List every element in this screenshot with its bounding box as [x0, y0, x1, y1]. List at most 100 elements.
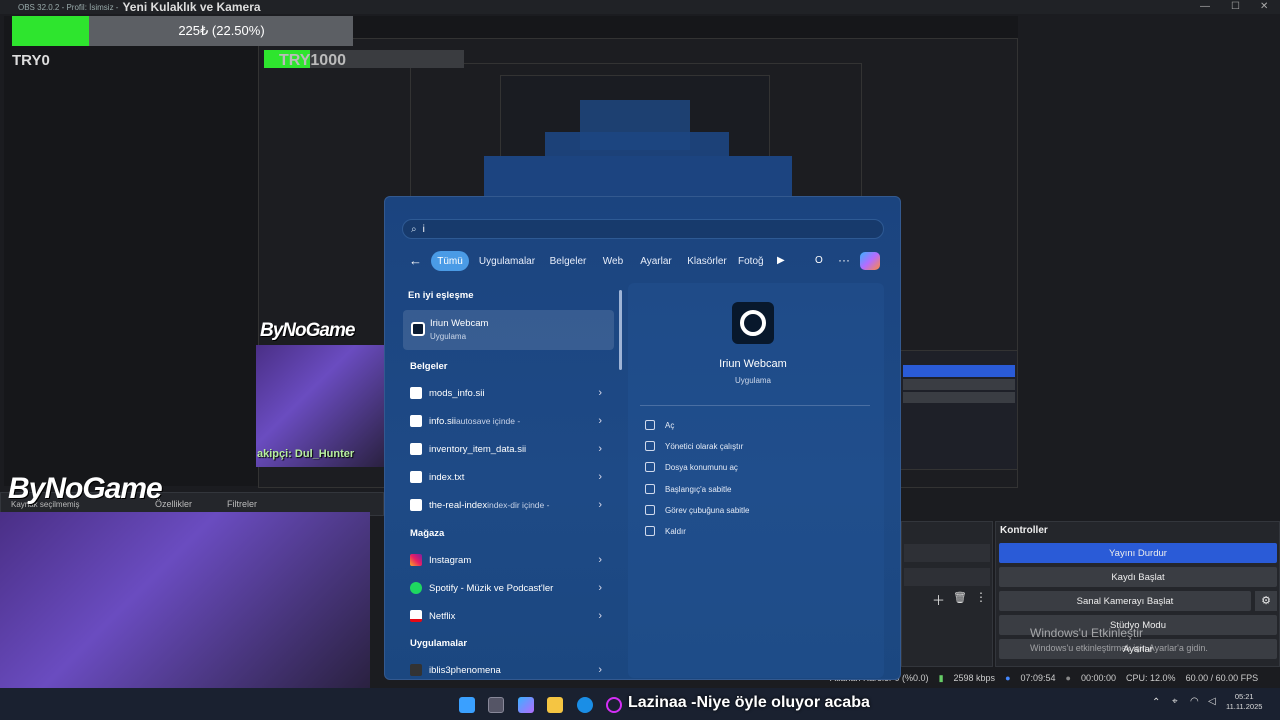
donation-progress-fill [12, 16, 89, 46]
chat-subtitle: Lazinaa -Niye öyle oluyor acaba [628, 694, 870, 711]
chevron-right-icon: › [598, 443, 602, 455]
documents-heading: Belgeler [410, 361, 448, 372]
search-input[interactable]: ⌕ i [402, 219, 884, 239]
divider [640, 405, 870, 406]
open-icon [645, 420, 655, 430]
obs-title-prefix: OBS 32.0.2 - Profil: İsimsiz - [18, 2, 119, 12]
document-item[interactable]: inventory_item_data.sii › [404, 437, 614, 461]
best-match-subtitle: Uygulama [430, 332, 467, 341]
action-label: Görev çubuğuna sabitle [665, 505, 750, 515]
action-run-as-admin[interactable]: Yönetici olarak çalıştır [645, 441, 743, 451]
volume-icon[interactable]: ◁ [1208, 696, 1216, 707]
app-item-name: iblis3phenomena [429, 664, 501, 676]
brand-logo-small: ByNoGame [260, 320, 355, 341]
chip-all[interactable]: Tümü [431, 251, 469, 271]
file-explorer-icon[interactable] [547, 697, 563, 713]
search-taskbar-icon[interactable] [488, 697, 504, 713]
chip-o[interactable]: O [815, 255, 823, 266]
document-item[interactable]: info.sii autosave içinde - › [404, 409, 614, 433]
action-label: Dosya konumunu aç [665, 462, 738, 472]
maximize-button[interactable]: ☐ [1231, 1, 1240, 12]
chip-settings[interactable]: Ayarlar [636, 251, 676, 271]
copilot-taskbar-icon[interactable] [518, 697, 534, 713]
rec-icon: ● [1065, 673, 1071, 683]
fps: 60.00 / 60.00 FPS [1185, 673, 1259, 683]
file-icon [410, 415, 422, 427]
best-match-item[interactable] [403, 310, 614, 350]
edge-icon[interactable] [577, 697, 593, 713]
store-item[interactable]: Netflix › [404, 604, 614, 628]
file-icon [410, 387, 422, 399]
filters-button[interactable]: Filtreler [227, 499, 257, 509]
windows-start-icon[interactable] [459, 697, 475, 713]
document-item[interactable]: mods_info.sii › [404, 381, 614, 405]
best-match-heading: En iyi eşleşme [408, 290, 474, 301]
donation-text: 225₺ (22.50%) [178, 23, 265, 38]
webcam-large-icon [732, 302, 774, 344]
action-pin-taskbar[interactable]: Görev çubuğuna sabitle [645, 505, 750, 515]
nested-startmenu-large [484, 156, 792, 198]
action-pin-start[interactable]: Başlangıç'a sabitle [645, 484, 731, 494]
gear-icon[interactable]: ⚙ [1255, 591, 1277, 611]
start-recording-button[interactable]: Kaydı Başlat [999, 567, 1277, 587]
play-icon[interactable]: ▶ [777, 255, 785, 266]
stop-stream-button[interactable]: Yayını Durdur [999, 543, 1277, 563]
shield-icon [645, 441, 655, 451]
chevron-right-icon: › [598, 415, 602, 427]
app-icon [410, 664, 422, 676]
chip-web[interactable]: Web [598, 251, 628, 271]
action-open-file-location[interactable]: Dosya konumunu aç [645, 462, 738, 472]
chevron-up-icon[interactable]: ⌃ [1152, 697, 1160, 708]
back-arrow-icon[interactable]: ← [409, 253, 422, 268]
wifi-icon[interactable]: ◠ [1190, 696, 1199, 707]
list-scrollbar[interactable] [619, 290, 622, 370]
more-chips-button[interactable]: ··· [838, 253, 850, 267]
minimize-button[interactable]: — [1200, 1, 1210, 12]
document-name: inventory_item_data.sii [429, 443, 527, 455]
spotify-icon [410, 582, 422, 594]
more-icon[interactable]: ⋮ [975, 590, 987, 604]
instagram-icon [410, 554, 422, 566]
store-item[interactable]: Spotify - Müzik ve Podcast'ler › [404, 576, 614, 600]
preview-title: Iriun Webcam [719, 358, 787, 370]
chip-folders[interactable]: Klasörler [684, 251, 730, 271]
netflix-icon [410, 610, 422, 622]
live-time: 07:09:54 [1020, 673, 1056, 683]
trash-icon[interactable]: 🗑 [953, 591, 967, 604]
chevron-right-icon: › [598, 554, 602, 566]
app-item[interactable]: iblis3phenomena › [404, 658, 614, 682]
bitrate: 2598 kbps [953, 673, 996, 683]
ticker-small: akipçi: Dul_Hunter [257, 448, 355, 460]
search-value: i [422, 223, 425, 235]
action-open[interactable]: Aç [645, 420, 674, 430]
nested-controls [900, 350, 1018, 470]
document-name: the-real-index [429, 499, 488, 511]
activation-subtitle: Windows'u etkinleştirmek için Ayarlar'a … [1030, 643, 1208, 653]
chip-apps[interactable]: Uygulamalar [475, 251, 539, 271]
location-icon[interactable]: ⌖ [1172, 696, 1178, 707]
document-item[interactable]: index.txt › [404, 465, 614, 489]
live-icon: ● [1005, 673, 1011, 683]
apps-heading: Uygulamalar [410, 638, 468, 649]
start-virtual-camera-button[interactable]: Sanal Kamerayı Başlat [999, 591, 1251, 611]
store-item-name: Netflix [429, 610, 456, 622]
document-name: index.txt [429, 471, 465, 483]
chip-photos[interactable]: Fotoğ [738, 251, 768, 271]
add-icon[interactable]: ＋ [932, 590, 945, 609]
obs-titlebar: OBS 32.0.2 - Profil: İsimsiz - Yeni Kula… [0, 0, 1280, 14]
store-heading: Mağaza [410, 528, 445, 539]
chevron-right-icon: › [598, 582, 602, 594]
close-button[interactable]: ✕ [1260, 1, 1268, 12]
best-match-title: Iriun Webcam [430, 318, 489, 329]
action-uninstall[interactable]: Kaldır [645, 526, 686, 536]
pin-icon [645, 505, 655, 515]
preview-subtitle: Uygulama [734, 376, 771, 385]
copilot-icon[interactable] [860, 252, 880, 270]
clock-date: 11.11.2025 [1226, 702, 1263, 711]
chip-documents[interactable]: Belgeler [546, 251, 590, 271]
opera-icon[interactable] [606, 697, 622, 713]
store-item[interactable]: Instagram › [404, 548, 614, 572]
action-label: Kaldır [665, 526, 686, 536]
document-item[interactable]: the-real-index index-dir içinde - › [404, 493, 614, 517]
taskbar-clock[interactable]: 05:21 11.11.2025 [1226, 692, 1262, 712]
